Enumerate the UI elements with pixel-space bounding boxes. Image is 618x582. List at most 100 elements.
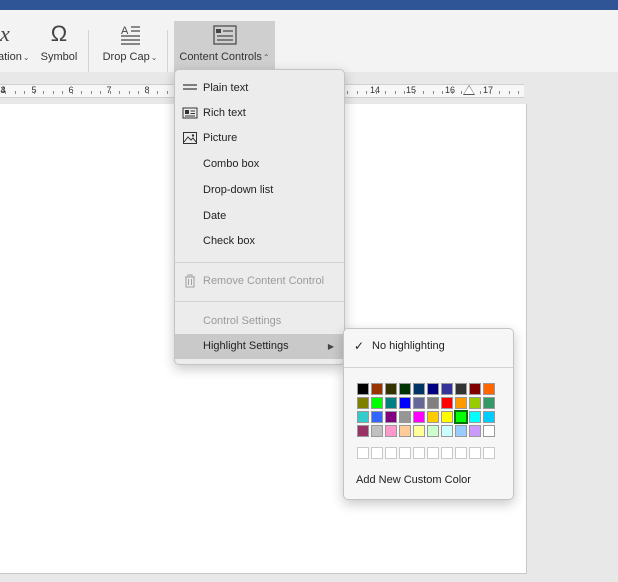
- custom-color-swatch[interactable]: [385, 447, 397, 459]
- content-controls-button[interactable]: Content Controls⌃: [174, 21, 275, 73]
- color-swatch[interactable]: [371, 383, 383, 395]
- drop-cap-label: Drop Cap: [102, 51, 150, 63]
- equation-label: ation: [0, 51, 22, 63]
- submenu-divider: [344, 367, 513, 368]
- symbol-button[interactable]: Ω Symbol: [40, 21, 78, 73]
- menu-item-date[interactable]: Date: [175, 204, 344, 228]
- color-swatch[interactable]: [399, 411, 411, 423]
- custom-color-swatch[interactable]: [441, 447, 453, 459]
- ruler-tick: [91, 91, 92, 94]
- window-titlebar: [0, 0, 618, 10]
- ruler-tick: [357, 91, 358, 94]
- color-swatch[interactable]: [371, 397, 383, 409]
- color-swatch[interactable]: [385, 383, 397, 395]
- color-swatch[interactable]: [413, 425, 425, 437]
- color-swatch[interactable]: [413, 383, 425, 395]
- color-swatch[interactable]: [483, 383, 495, 395]
- chevron-up-icon: ⌃: [262, 53, 270, 62]
- color-swatch[interactable]: [441, 397, 453, 409]
- custom-color-swatch[interactable]: [455, 447, 467, 459]
- menu-item-combo-box[interactable]: Combo box: [175, 152, 344, 176]
- color-swatch[interactable]: [385, 397, 397, 409]
- ruler-tick: [376, 91, 377, 94]
- content-controls-icon: [174, 21, 275, 47]
- color-swatch[interactable]: [469, 425, 481, 437]
- content-controls-menu: Plain text Rich text Picture Combo box D…: [174, 69, 345, 365]
- indent-marker-fill: [464, 86, 474, 94]
- color-swatch[interactable]: [483, 397, 495, 409]
- color-swatch[interactable]: [441, 425, 453, 437]
- color-swatch[interactable]: [441, 411, 453, 423]
- color-swatch[interactable]: [455, 397, 467, 409]
- color-swatch[interactable]: [455, 425, 467, 437]
- menu-item-dropdown-list[interactable]: Drop-down list: [175, 178, 344, 202]
- color-swatch[interactable]: [413, 411, 425, 423]
- color-swatch[interactable]: [371, 411, 383, 423]
- menu-item-check-box[interactable]: Check box: [175, 229, 344, 253]
- custom-color-swatch[interactable]: [469, 447, 481, 459]
- ruler-tick: [385, 91, 386, 94]
- menu-item-label: Highlight Settings: [203, 340, 289, 352]
- custom-color-swatch[interactable]: [371, 447, 383, 459]
- color-swatch[interactable]: [469, 411, 481, 423]
- ruler-tick: [404, 91, 405, 94]
- menu-item-rich-text[interactable]: Rich text: [175, 101, 344, 125]
- color-swatch[interactable]: [469, 383, 481, 395]
- omega-icon: Ω: [50, 21, 68, 46]
- color-swatch[interactable]: [385, 411, 397, 423]
- trash-icon: [182, 273, 198, 289]
- color-swatch[interactable]: [357, 397, 369, 409]
- color-swatch[interactable]: [441, 383, 453, 395]
- ruler-tick: [110, 91, 111, 94]
- color-swatch[interactable]: [483, 425, 495, 437]
- chevron-down-icon: ⌄: [150, 53, 158, 62]
- ruler-tick: [148, 91, 149, 94]
- color-swatch[interactable]: [399, 397, 411, 409]
- symbol-label: Symbol: [40, 51, 78, 63]
- ruler-tick: [499, 91, 500, 94]
- ruler-tick: [167, 91, 168, 94]
- menu-item-label: Date: [203, 210, 227, 222]
- color-swatch[interactable]: [455, 383, 467, 395]
- color-swatch[interactable]: [399, 425, 411, 437]
- color-swatch[interactable]: [427, 425, 439, 437]
- custom-color-swatch[interactable]: [483, 447, 495, 459]
- no-highlighting-option[interactable]: ✓ No highlighting: [344, 335, 513, 357]
- color-swatch[interactable]: [357, 411, 369, 423]
- rich-text-icon: [182, 105, 198, 121]
- equation-button[interactable]: x ation⌄: [0, 21, 32, 73]
- drop-cap-button[interactable]: A Drop Cap⌄: [100, 21, 160, 73]
- add-custom-color-button[interactable]: Add New Custom Color: [356, 474, 471, 486]
- menu-item-picture[interactable]: Picture: [175, 126, 344, 150]
- color-swatch[interactable]: [413, 397, 425, 409]
- picture-icon: [182, 130, 198, 146]
- custom-color-swatch[interactable]: [357, 447, 369, 459]
- menu-item-control-settings: Control Settings: [175, 309, 344, 333]
- ruler-tick: [5, 91, 6, 94]
- color-swatch[interactable]: [371, 425, 383, 437]
- ruler-tick: [395, 91, 396, 94]
- ruler-tick: [509, 91, 510, 94]
- color-swatch[interactable]: [357, 425, 369, 437]
- color-swatch[interactable]: [385, 425, 397, 437]
- color-swatch[interactable]: [427, 383, 439, 395]
- ruler-tick: [480, 91, 481, 94]
- ruler-number: 7: [106, 85, 112, 95]
- menu-item-plain-text[interactable]: Plain text: [175, 76, 344, 100]
- custom-color-swatch[interactable]: [399, 447, 411, 459]
- color-swatch[interactable]: [399, 383, 411, 395]
- ruler-tick: [24, 91, 25, 94]
- color-swatch[interactable]: [483, 411, 495, 423]
- color-swatch[interactable]: [427, 411, 439, 423]
- custom-color-swatch[interactable]: [413, 447, 425, 459]
- ruler-number: 14: [369, 85, 380, 95]
- drop-cap-icon: A: [100, 21, 160, 47]
- color-swatch[interactable]: [454, 410, 468, 424]
- color-swatch[interactable]: [427, 397, 439, 409]
- color-swatch[interactable]: [469, 397, 481, 409]
- custom-color-swatch[interactable]: [427, 447, 439, 459]
- menu-item-highlight-settings[interactable]: Highlight Settings ▶: [175, 334, 344, 359]
- color-swatch[interactable]: [357, 383, 369, 395]
- menu-divider: [175, 262, 344, 263]
- ruler-tick: [53, 91, 54, 94]
